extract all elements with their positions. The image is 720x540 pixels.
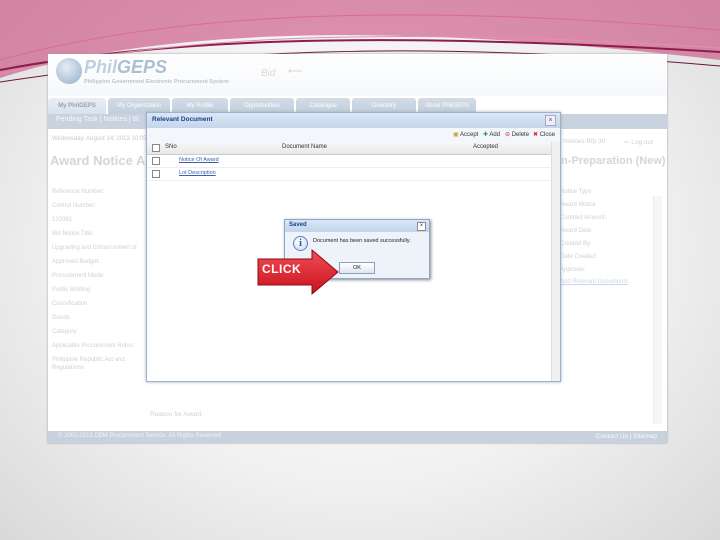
document-link[interactable]: Notice Of Award <box>179 157 219 163</box>
document-link[interactable]: Lot Description <box>179 170 216 176</box>
row-checkbox[interactable] <box>152 170 160 178</box>
saved-dialog-title-bar: Saved × <box>285 220 429 232</box>
close-icon[interactable]: × <box>417 222 426 231</box>
close-button[interactable]: ✖ Close <box>533 131 555 138</box>
documents-table-header: SNo Document Name Accepted <box>147 142 560 155</box>
row-checkbox[interactable] <box>152 157 160 165</box>
saved-dialog-title: Saved <box>289 222 307 228</box>
close-label: Close <box>539 132 556 138</box>
saved-message: Document has been saved successfully. <box>313 238 411 244</box>
add-icon: ✚ <box>483 132 489 138</box>
add-button[interactable]: ✚ Add <box>483 131 500 138</box>
select-all-checkbox[interactable] <box>152 144 160 152</box>
close-x-icon: ✖ <box>533 132 539 138</box>
click-label: CLICK <box>262 262 302 276</box>
close-icon[interactable]: × <box>545 115 556 126</box>
relevant-document-title-bar: Relevant Document × <box>147 113 560 128</box>
accept-icon: ▣ <box>453 132 459 138</box>
delete-button[interactable]: ⊖ Delete <box>505 131 529 138</box>
add-label: Add <box>489 132 501 138</box>
column-document-name[interactable]: Document Name <box>282 144 327 150</box>
relevant-document-toolbar: ▣ Accept ✚ Add ⊖ Delete ✖ Close <box>147 128 560 143</box>
philgeps-screenshot: PhilGEPS Philippine Government Electroni… <box>48 54 667 443</box>
delete-label: Delete <box>511 132 530 138</box>
column-sno[interactable]: SNo <box>165 144 177 150</box>
dialog-scrollbar[interactable] <box>551 142 560 381</box>
column-accepted[interactable]: Accepted <box>473 144 498 150</box>
ok-button[interactable]: OK <box>339 262 375 274</box>
accept-label: Accept <box>460 132 479 138</box>
accept-button[interactable]: ▣ Accept <box>453 131 478 138</box>
relevant-document-title: Relevant Document <box>152 116 213 123</box>
table-row[interactable]: Lot Description <box>147 168 550 181</box>
table-row[interactable]: Notice Of Award <box>147 155 550 168</box>
delete-icon: ⊖ <box>505 132 511 138</box>
click-callout: CLICK <box>256 248 340 296</box>
